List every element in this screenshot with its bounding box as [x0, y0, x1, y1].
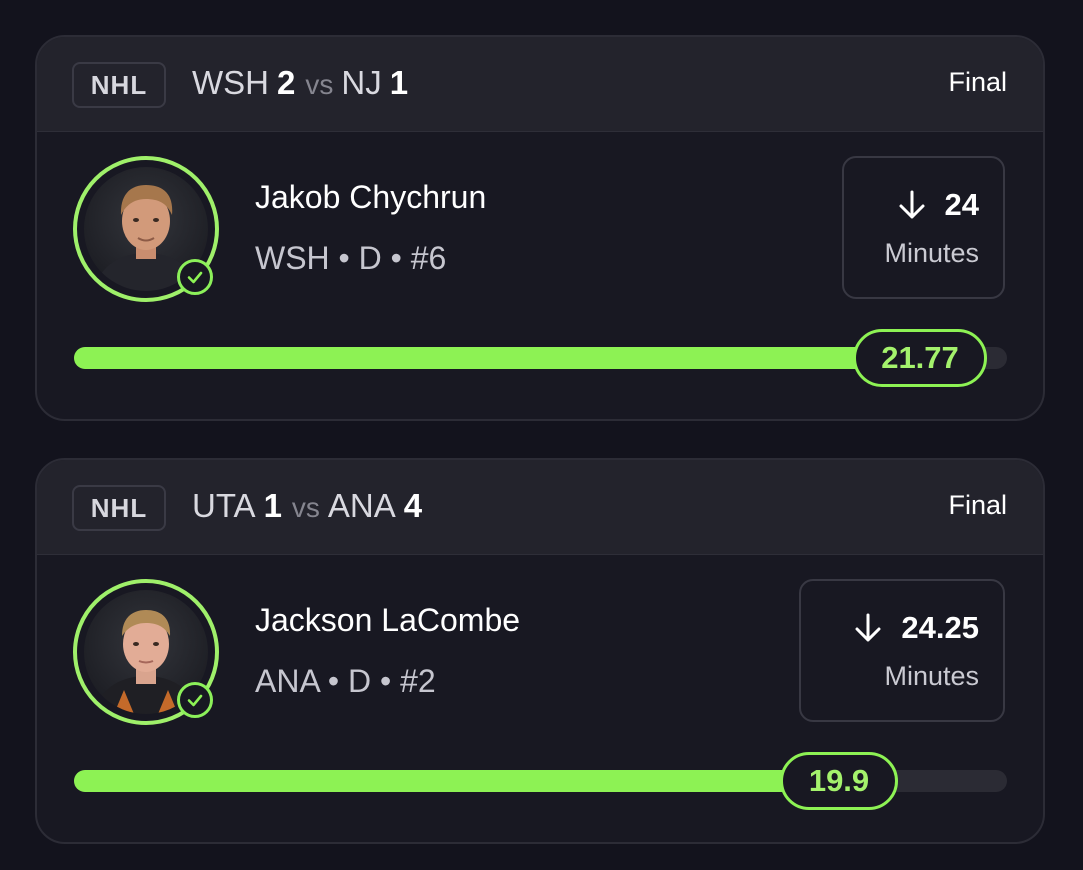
vs-label: vs [305, 69, 334, 100]
team-a: WSH [192, 64, 269, 101]
league-badge: NHL [72, 485, 166, 531]
game-status: Final [948, 490, 1007, 520]
arrow-down-icon [897, 189, 927, 221]
stat-line-value: 24.25 [901, 610, 979, 645]
matchup-score: UTA 1 vs ANA 4 [192, 487, 422, 525]
prop-card[interactable]: NHL WSH 2 vs NJ 1 Final Jakob Chychrun W… [35, 35, 1045, 421]
stat-line-box[interactable]: 24 Minutes [842, 156, 1005, 299]
team-b: ANA [327, 487, 396, 524]
game-status: Final [948, 67, 1007, 97]
stat-label: Minutes [884, 238, 979, 268]
stat-line-value: 24 [944, 187, 979, 222]
player-name: Jakob Chychrun [255, 179, 487, 215]
progress-fill [74, 347, 921, 369]
player-info: WSH • D • #6 [255, 240, 447, 276]
stat-label: Minutes [884, 661, 979, 691]
arrow-down-icon [853, 612, 883, 644]
actual-value-pill: 19.9 [780, 752, 898, 810]
score-b: 1 [389, 64, 409, 101]
matchup-score: WSH 2 vs NJ 1 [192, 64, 408, 102]
team-a: UTA [192, 487, 256, 524]
score-b: 4 [403, 487, 423, 524]
avatar[interactable] [73, 579, 219, 725]
prop-card[interactable]: NHL UTA 1 vs ANA 4 Final Jackson LaCombe… [35, 458, 1045, 844]
progress-fill [74, 770, 840, 792]
player-info: ANA • D • #2 [255, 663, 436, 699]
vs-label: vs [291, 492, 320, 523]
actual-value-pill: 21.77 [853, 329, 987, 387]
league-badge: NHL [72, 62, 166, 108]
game-header: NHL UTA 1 vs ANA 4 Final [37, 460, 1043, 555]
check-circle-icon [177, 259, 213, 295]
game-header: NHL WSH 2 vs NJ 1 Final [37, 37, 1043, 132]
check-circle-icon [177, 682, 213, 718]
score-a: 1 [263, 487, 282, 524]
score-a: 2 [277, 64, 296, 101]
player-name: Jackson LaCombe [255, 602, 521, 638]
team-b: NJ [341, 64, 382, 101]
avatar[interactable] [73, 156, 219, 302]
stat-line-box[interactable]: 24.25 Minutes [799, 579, 1005, 722]
